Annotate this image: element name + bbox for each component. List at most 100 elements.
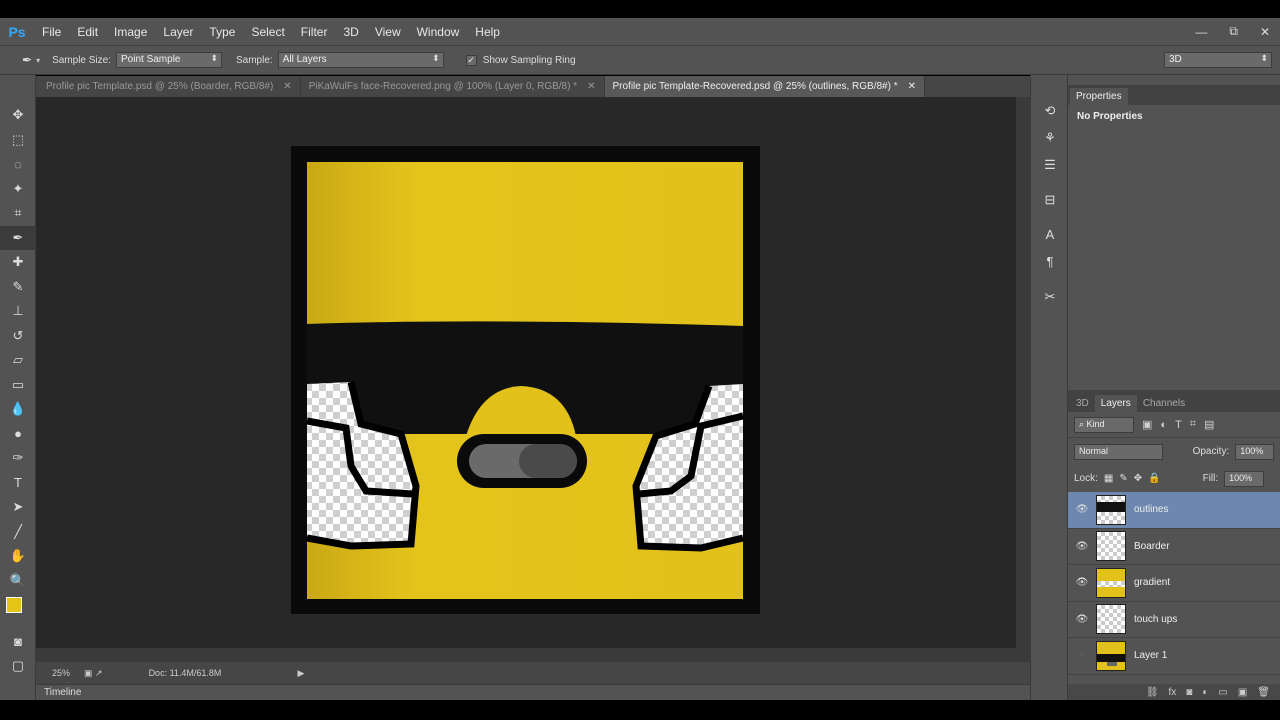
- status-export-icon[interactable]: ▣ ↗: [84, 668, 103, 679]
- zoom-level[interactable]: 25%: [52, 668, 70, 678]
- filter-smart-object-icon[interactable]: ▤: [1204, 418, 1214, 431]
- menu-edit[interactable]: Edit: [69, 25, 106, 39]
- horizontal-scrollbar[interactable]: [36, 648, 1016, 662]
- pen-tool-icon[interactable]: ✑: [0, 446, 36, 471]
- kind-filter-select[interactable]: ⌕ Kind: [1074, 416, 1134, 433]
- healing-brush-tool-icon[interactable]: ✚: [0, 250, 36, 275]
- tab-layers[interactable]: Layers: [1094, 395, 1137, 412]
- filter-adjustment-icon[interactable]: ◐: [1160, 419, 1167, 431]
- lock-pixels-icon[interactable]: ✎: [1119, 473, 1127, 484]
- tab-pikawulfs-face[interactable]: PiKaWulFs face-Recovered.png @ 100% (Lay…: [301, 76, 605, 97]
- layer-row[interactable]: ▫ Layer 1: [1068, 638, 1280, 675]
- magic-wand-tool-icon[interactable]: ✦: [0, 177, 36, 202]
- path-selection-tool-icon[interactable]: ➤: [0, 495, 36, 520]
- link-layers-icon[interactable]: ⛓: [1146, 687, 1159, 698]
- minimize-button[interactable]: —: [1195, 25, 1207, 39]
- dodge-tool-icon[interactable]: ●: [0, 422, 36, 447]
- menu-3d[interactable]: 3D: [335, 25, 366, 39]
- tool-presets-icon[interactable]: ✂: [1031, 283, 1069, 310]
- menu-view[interactable]: View: [367, 25, 409, 39]
- tab-profile-pic-template[interactable]: Profile pic Template.psd @ 25% (Boarder,…: [36, 76, 301, 97]
- quick-mask-icon[interactable]: ◙: [0, 629, 36, 654]
- layer-row[interactable]: 👁 touch ups: [1068, 602, 1280, 638]
- clone-source-icon[interactable]: ⊟: [1031, 186, 1069, 213]
- filter-type-icon[interactable]: T: [1175, 419, 1182, 431]
- close-icon[interactable]: ✕: [587, 81, 595, 92]
- line-tool-icon[interactable]: ╱: [0, 520, 36, 545]
- blend-mode-select[interactable]: Normal: [1074, 443, 1163, 460]
- close-icon[interactable]: ✕: [908, 81, 916, 92]
- menu-file[interactable]: File: [34, 25, 69, 39]
- foreground-color-swatch[interactable]: [6, 597, 22, 613]
- filter-pixel-icon[interactable]: ▣: [1142, 418, 1152, 431]
- visibility-eye-icon[interactable]: 👁: [1068, 504, 1096, 515]
- eraser-tool-icon[interactable]: ▱: [0, 348, 36, 373]
- layer-row[interactable]: 👁 Boarder: [1068, 529, 1280, 565]
- clone-stamp-tool-icon[interactable]: ⊥: [0, 299, 36, 324]
- close-button[interactable]: ✕: [1260, 25, 1270, 39]
- play-arrow-icon[interactable]: ▶: [297, 668, 304, 679]
- fill-input[interactable]: 100%: [1224, 470, 1265, 487]
- tab-channels[interactable]: Channels: [1137, 395, 1191, 412]
- show-ring-checkbox[interactable]: ✓: [465, 54, 477, 66]
- vertical-scrollbar[interactable]: [1016, 97, 1030, 662]
- top-letterbox: [0, 0, 1280, 18]
- lasso-tool-icon[interactable]: ◌: [0, 152, 36, 177]
- opacity-input[interactable]: 100%: [1235, 443, 1274, 460]
- character-panel-icon[interactable]: A: [1031, 221, 1069, 248]
- crop-tool-icon[interactable]: ⌗: [0, 201, 36, 226]
- history-brush-tool-icon[interactable]: ↺: [0, 324, 36, 349]
- layer-filter-row: ⌕ Kind ▣ ◐ T ⌗ ▤: [1068, 412, 1280, 438]
- lock-position-icon[interactable]: ✥: [1134, 473, 1142, 484]
- fx-icon[interactable]: fx: [1169, 687, 1177, 698]
- document-canvas[interactable]: [291, 146, 760, 614]
- move-tool-icon[interactable]: ✥: [0, 103, 36, 128]
- add-mask-icon[interactable]: ◙: [1186, 687, 1192, 698]
- restore-button[interactable]: ⧉: [1229, 24, 1238, 39]
- hand-tool-icon[interactable]: ✋: [0, 544, 36, 569]
- type-tool-icon[interactable]: T: [0, 471, 36, 496]
- tab-profile-pic-template-recovered[interactable]: Profile pic Template-Recovered.psd @ 25%…: [604, 76, 925, 97]
- menu-window[interactable]: Window: [409, 25, 468, 39]
- trash-icon[interactable]: 🗑: [1257, 687, 1270, 698]
- eyedropper-preset-icon[interactable]: ✒: [22, 53, 32, 67]
- adjustment-layer-icon[interactable]: ◐: [1202, 687, 1208, 698]
- sample-size-select[interactable]: Point Sample: [116, 52, 222, 68]
- tab-3d[interactable]: 3D: [1070, 395, 1095, 412]
- menu-help[interactable]: Help: [467, 25, 508, 39]
- filter-shape-icon[interactable]: ⌗: [1190, 418, 1196, 431]
- brush-presets-icon[interactable]: ⚘: [1031, 124, 1069, 151]
- zoom-tool-icon[interactable]: 🔍: [0, 569, 36, 594]
- close-icon[interactable]: ✕: [283, 81, 291, 92]
- new-group-icon[interactable]: ▭: [1218, 687, 1227, 698]
- lock-all-icon[interactable]: 🔒: [1148, 473, 1160, 484]
- menu-layer[interactable]: Layer: [155, 25, 201, 39]
- eyedropper-tool-icon[interactable]: ✒: [0, 225, 36, 250]
- gradient-tool-icon[interactable]: ▭: [0, 373, 36, 398]
- visibility-eye-icon[interactable]: 👁: [1068, 614, 1096, 625]
- lock-transparency-icon[interactable]: ▦: [1104, 473, 1113, 484]
- layer-row[interactable]: 👁 gradient: [1068, 565, 1280, 602]
- layer-row[interactable]: 👁 outlines: [1068, 492, 1280, 529]
- new-layer-icon[interactable]: ▣: [1238, 687, 1247, 698]
- sample-select[interactable]: All Layers: [277, 52, 444, 68]
- visibility-empty-box[interactable]: ▫: [1068, 650, 1096, 661]
- history-panel-icon[interactable]: ⟲: [1031, 97, 1069, 124]
- menu-filter[interactable]: Filter: [293, 25, 336, 39]
- chevron-down-icon[interactable]: ▾: [36, 56, 40, 65]
- marquee-tool-icon[interactable]: ⬚: [0, 128, 36, 153]
- blur-tool-icon[interactable]: 💧: [0, 397, 36, 422]
- tab-properties[interactable]: Properties: [1070, 88, 1128, 105]
- visibility-eye-icon[interactable]: 👁: [1068, 541, 1096, 552]
- workspace-select[interactable]: 3D: [1164, 52, 1272, 68]
- adjustments-icon[interactable]: ☰: [1031, 151, 1069, 178]
- menu-image[interactable]: Image: [106, 25, 155, 39]
- menu-type[interactable]: Type: [201, 25, 243, 39]
- menu-select[interactable]: Select: [243, 25, 292, 39]
- canvas-area[interactable]: [36, 97, 1030, 662]
- paragraph-panel-icon[interactable]: ¶: [1031, 248, 1069, 275]
- screen-mode-icon[interactable]: ▢: [0, 654, 36, 679]
- timeline-panel[interactable]: Timeline: [36, 684, 1030, 700]
- visibility-eye-icon[interactable]: 👁: [1068, 577, 1096, 588]
- brush-tool-icon[interactable]: ✎: [0, 275, 36, 300]
